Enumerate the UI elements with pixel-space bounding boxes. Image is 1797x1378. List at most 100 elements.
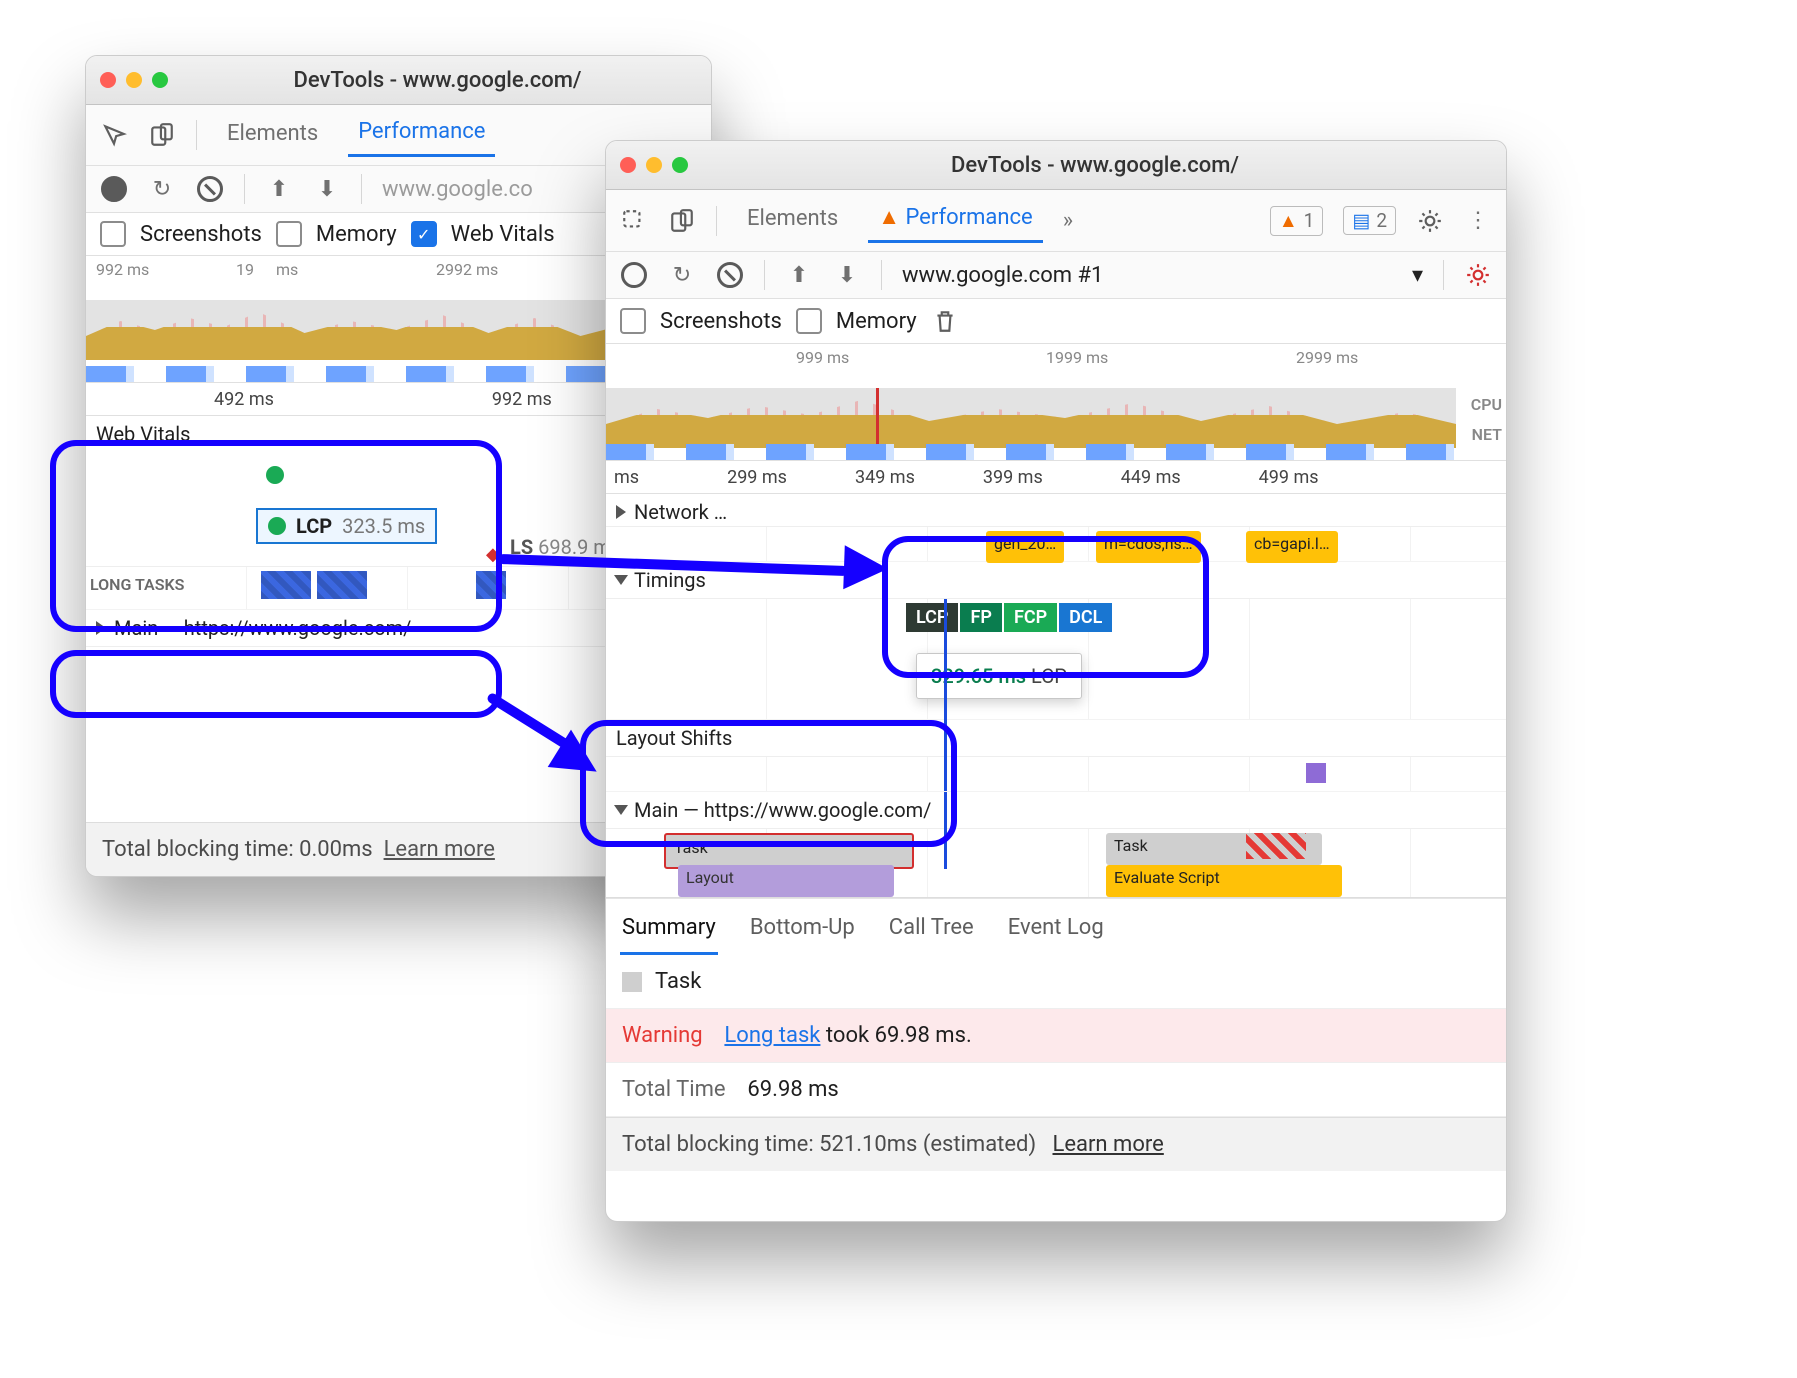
minimize-icon[interactable]	[126, 72, 142, 88]
record-button[interactable]	[100, 175, 128, 203]
long-task-blocks[interactable]	[261, 571, 367, 599]
lcp-dot-icon[interactable]	[266, 466, 284, 484]
warning-count: 1	[1304, 209, 1315, 233]
cpu-label: CPU	[1471, 390, 1502, 420]
tab-bottom-up[interactable]: Bottom-Up	[748, 909, 857, 955]
upload-icon[interactable]: ⬆	[265, 175, 293, 203]
trash-icon[interactable]	[931, 307, 959, 335]
evaluate-script-block[interactable]: Evaluate Script	[1106, 865, 1342, 897]
long-task-stripe	[1246, 833, 1306, 859]
tab-performance[interactable]: Performance	[348, 113, 495, 157]
fp-badge[interactable]: FP	[960, 603, 1001, 632]
reload-icon[interactable]: ↻	[148, 175, 176, 203]
fullscreen-icon[interactable]	[672, 157, 688, 173]
fullscreen-icon[interactable]	[152, 72, 168, 88]
tbt-text: Total blocking time: 0.00ms	[102, 837, 373, 862]
titlebar[interactable]: DevTools - www.google.com/	[606, 141, 1506, 190]
tab-call-tree[interactable]: Call Tree	[887, 909, 976, 955]
memory-checkbox[interactable]	[796, 308, 822, 334]
tab-performance[interactable]: ▲ Performance	[868, 198, 1043, 243]
dcl-badge[interactable]: DCL	[1059, 603, 1112, 632]
learn-more-link[interactable]: Learn more	[1053, 1132, 1164, 1157]
collapse-icon	[614, 575, 628, 585]
timing-kind: LCP	[1031, 664, 1067, 688]
warning-counter[interactable]: ▲ 1	[1270, 206, 1324, 236]
perf-toolbar: ↻ ⬆ ⬇ www.google.com #1 ▾	[606, 252, 1506, 299]
network-header[interactable]: Network …	[606, 494, 1506, 527]
screenshots-checkbox[interactable]	[620, 308, 646, 334]
screenshots-label: Screenshots	[140, 222, 262, 247]
tab-elements[interactable]: Elements	[217, 115, 328, 156]
web-vitals-checkbox[interactable]: ✓	[411, 221, 437, 247]
tab-event-log[interactable]: Event Log	[1006, 909, 1106, 955]
time-ruler[interactable]: ms 299 ms 349 ms 399 ms 449 ms 499 ms	[606, 461, 1506, 494]
main-thread-lane[interactable]: Task Layout Task Evaluate Script	[606, 829, 1506, 898]
tab-elements[interactable]: Elements	[737, 200, 848, 241]
download-icon[interactable]: ⬇	[833, 261, 861, 289]
long-task-link[interactable]: Long task	[724, 1023, 820, 1048]
device-toggle-icon[interactable]	[148, 121, 176, 149]
chevron-down-icon: ▾	[1412, 263, 1423, 288]
device-toggle-icon[interactable]	[668, 207, 696, 235]
screenshots-checkbox[interactable]	[100, 221, 126, 247]
layout-shift-block[interactable]	[1306, 763, 1326, 783]
main-thread-header[interactable]: Main — https://www.google.com/	[606, 792, 1506, 829]
overview-time-mark: 2999 ms	[1296, 348, 1358, 367]
clear-icon[interactable]	[196, 175, 224, 203]
download-icon[interactable]: ⬇	[313, 175, 341, 203]
vital-markers[interactable]: LCP FP FCP DCL	[906, 603, 1112, 632]
lcp-marker-selected[interactable]: LCP 323.5 ms	[256, 508, 437, 544]
lcp-badge[interactable]: LCP	[906, 603, 958, 632]
timings-label: Timings	[634, 568, 706, 592]
overview-time-mark: 19	[236, 260, 254, 279]
url-display: www.google.co	[382, 177, 533, 202]
reload-icon[interactable]: ↻	[668, 261, 696, 289]
network-pill[interactable]: m=cdos,hs…	[1096, 531, 1201, 563]
memory-checkbox[interactable]	[276, 221, 302, 247]
fcp-badge[interactable]: FCP	[1004, 603, 1057, 632]
upload-icon[interactable]: ⬆	[785, 261, 813, 289]
inspect-icon[interactable]	[620, 207, 648, 235]
overview-timeline[interactable]: 999 ms 1999 ms 2999 ms CPU NET	[606, 344, 1506, 461]
timings-lane[interactable]: LCP FP FCP DCL 329.65 ms LCP	[606, 599, 1506, 720]
details-tabs: Summary Bottom-Up Call Tree Event Log	[606, 898, 1506, 955]
layout-shifts-header[interactable]: Layout Shifts	[606, 720, 1506, 757]
trace-selector[interactable]: www.google.com #1 ▾	[902, 263, 1423, 288]
gear-icon[interactable]	[1464, 261, 1492, 289]
close-icon[interactable]	[620, 157, 636, 173]
network-lane[interactable]: gen_20… m=cdos,hs… cb=gapi.l…	[606, 527, 1506, 562]
minimize-icon[interactable]	[646, 157, 662, 173]
tab-summary[interactable]: Summary	[620, 909, 718, 955]
ls-marker-icon[interactable]: ◆	[486, 544, 500, 565]
ruler-tick: 492 ms	[214, 389, 274, 410]
titlebar[interactable]: DevTools - www.google.com/	[86, 56, 711, 105]
message-counter[interactable]: ▤ 2	[1343, 206, 1396, 235]
clear-icon[interactable]	[716, 261, 744, 289]
memory-label: Memory	[316, 222, 397, 247]
arrow-head-icon	[843, 545, 889, 591]
layout-block[interactable]: Layout	[678, 865, 894, 897]
overview-time-mark: 1999 ms	[1046, 348, 1108, 367]
overview-time-mark: 999 ms	[796, 348, 849, 367]
task-block-selected[interactable]: Task	[664, 833, 914, 869]
devtools-window-right: DevTools - www.google.com/ Elements ▲ Pe…	[605, 140, 1507, 1222]
kebab-icon[interactable]: ⋮	[1464, 207, 1492, 235]
long-tasks-label: LONG TASKS	[90, 575, 184, 594]
more-tabs-icon[interactable]: »	[1063, 208, 1073, 233]
record-button[interactable]	[620, 261, 648, 289]
layout-shifts-label: Layout Shifts	[616, 726, 732, 750]
learn-more-link[interactable]: Learn more	[384, 837, 495, 862]
playhead-icon[interactable]	[876, 388, 879, 448]
window-title: DevTools - www.google.com/	[178, 68, 697, 93]
warning-icon: ▲	[878, 205, 900, 230]
long-task-blocks[interactable]	[476, 571, 506, 599]
ruler-tick: 499 ms	[1259, 467, 1319, 488]
gear-icon[interactable]	[1416, 207, 1444, 235]
warning-row: Warning Long task took 69.98 ms.	[606, 1009, 1506, 1063]
network-pill[interactable]: gen_20…	[986, 531, 1064, 563]
expand-icon	[96, 621, 106, 635]
network-pill[interactable]: cb=gapi.l…	[1246, 531, 1338, 563]
layout-shifts-lane[interactable]	[606, 757, 1506, 792]
inspect-icon[interactable]	[100, 121, 128, 149]
close-icon[interactable]	[100, 72, 116, 88]
